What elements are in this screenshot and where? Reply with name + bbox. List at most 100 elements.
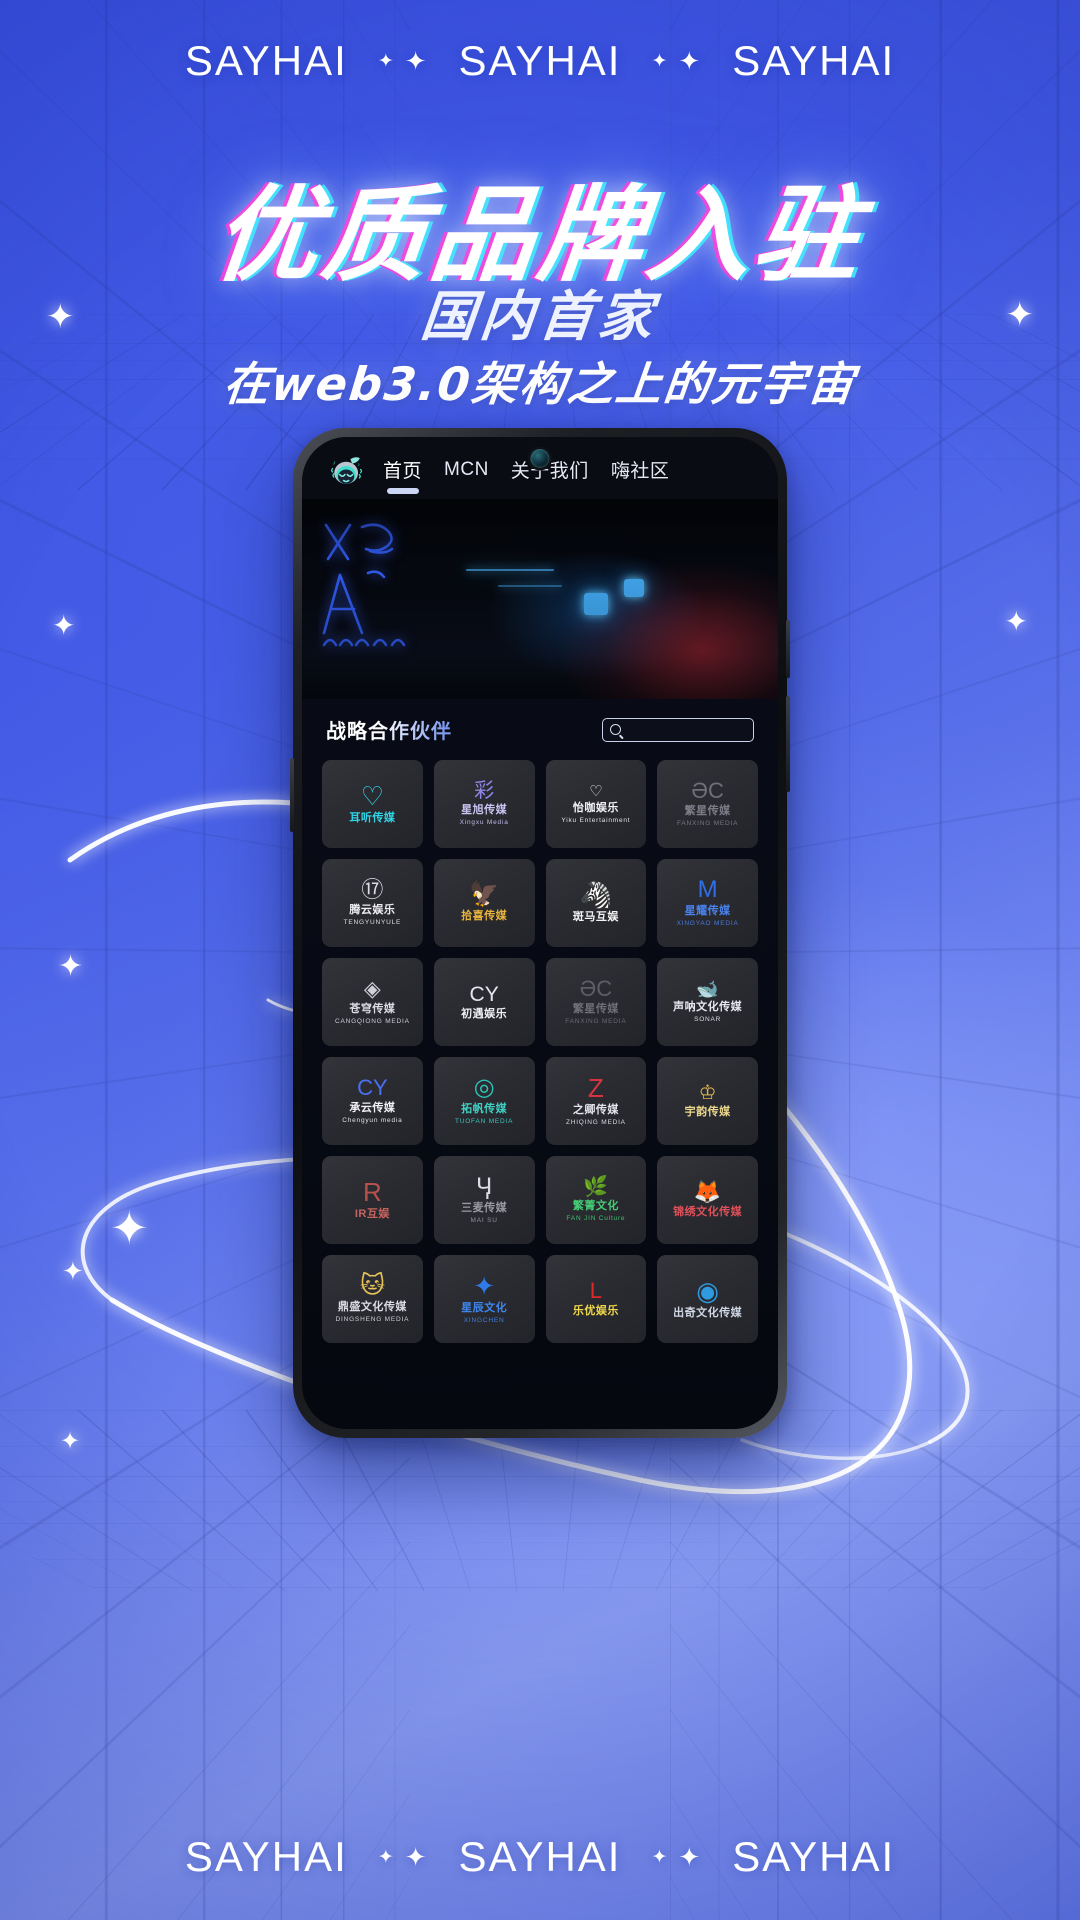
phone-side-button-left[interactable]: [290, 758, 294, 832]
partner-search-box[interactable]: [602, 717, 769, 742]
watermark-text: SAYHAI: [732, 1833, 896, 1880]
partner-logo-name-en: Chengyun media: [342, 1117, 403, 1125]
nav-tab-community[interactable]: 嗨社区: [611, 456, 670, 486]
svg-text:♪: ♪: [357, 462, 360, 468]
partners-section: 战略合作伙伴 ♡ 耳听传媒彩星旭传媒 Xingxu Media ♡ 怡咖娱乐 Yiku E…: [302, 699, 778, 1429]
partner-logo-cell[interactable]: 🐱 鼎盛文化传媒 DINGSHENG MEDIA: [322, 1255, 423, 1343]
partner-logo-cell[interactable]: Z 之卿传媒 ZHIQING MEDIA: [545, 1057, 647, 1145]
sparkle-pair: ✦ ✦: [651, 46, 703, 76]
partner-logo-cell[interactable]: CY 初遇娱乐: [433, 958, 535, 1046]
partner-logo-name-en: FANXING MEDIA: [565, 1018, 627, 1026]
partner-logo-mark-icon: R: [362, 1177, 382, 1208]
partner-logo-name-en: SONAR: [694, 1016, 722, 1024]
partner-logo-mark-icon: ◈: [363, 976, 381, 1002]
partner-logo-mark-icon: 🐋: [696, 979, 719, 1000]
partner-logo-name-cn: 斑马互娱: [572, 911, 619, 924]
partner-logo-grid: ♡ 耳听传媒彩星旭传媒 Xingxu Media ♡ 怡咖娱乐 Yiku Entertai…: [322, 760, 758, 1343]
partner-logo-cell[interactable]: R IR互娱: [322, 1156, 423, 1244]
partner-logo-name-cn: 三麦传媒: [461, 1202, 508, 1215]
partner-logo-cell[interactable]: ƏC 繁星传媒 FANXING MEDIA: [657, 760, 758, 848]
sparkle-icon: ✦: [58, 950, 84, 983]
partner-logo-cell[interactable]: ♡ 耳听传媒: [322, 760, 423, 848]
app-navigation-bar: ♪ ♪ 首页 MCN 关于我们 嗨社区: [302, 437, 778, 499]
partners-section-title: 战略合作伙伴: [326, 715, 452, 744]
partner-logo-name-en: Xingxu Media: [459, 819, 509, 827]
search-input[interactable]: [621, 723, 769, 736]
partner-logo-name-cn: 拾喜传媒: [461, 910, 508, 923]
partner-logo-mark-icon: 🦓: [579, 880, 613, 911]
partner-logo-cell[interactable]: ◉ 出奇文化传媒: [657, 1255, 758, 1343]
partner-logo-name-cn: 星耀传媒: [684, 905, 731, 918]
partner-logo-cell[interactable]: ◎ 拓帆传媒 TUOFAN MEDIA: [433, 1057, 535, 1145]
partner-logo-mark-icon: ⑰: [361, 877, 384, 903]
partner-logo-mark-icon: M: [697, 876, 718, 904]
hero-banner[interactable]: [302, 499, 778, 699]
phone-screen: ♪ ♪ 首页 MCN 关于我们 嗨社区 战略合作伙伴 ♡ 耳听传媒 彩 星旭传媒…: [302, 437, 778, 1429]
partner-logo-cell[interactable]: 🦅 拾喜传媒: [433, 859, 535, 947]
partner-logo-cell[interactable]: 🦊 锦绣文化传媒: [657, 1156, 758, 1244]
partner-logo-cell[interactable]: 🦓 斑马互娱: [545, 859, 647, 947]
sparkle-pair: ✦ ✦: [377, 46, 429, 76]
partner-logo-cell[interactable]: L 乐优娱乐: [545, 1255, 647, 1343]
partner-logo-cell[interactable]: ƏC 繁星传媒 FANXING MEDIA: [545, 958, 647, 1046]
nav-tab-home[interactable]: 首页: [383, 456, 422, 486]
hero-overlay-haze: [302, 499, 778, 699]
partner-logo-cell[interactable]: CY 承云传媒 Chengyun media: [322, 1057, 423, 1145]
partner-logo-name-cn: 乐优娱乐: [572, 1305, 619, 1318]
partner-logo-name-cn: 腾云娱乐: [349, 904, 396, 917]
nav-tab-list: 首页 MCN 关于我们 嗨社区: [383, 456, 669, 486]
partner-logo-mark-icon: 🦅: [469, 881, 500, 909]
partner-logo-mark-icon: ♔: [698, 1082, 717, 1105]
partner-logo-name-cn: 之卿传媒: [572, 1104, 619, 1117]
watermark-text: SAYHAI: [184, 1833, 348, 1880]
front-camera-icon: [530, 449, 550, 468]
nav-tab-about-us[interactable]: 关于我们: [511, 456, 589, 486]
partner-logo-name-cn: 出奇文化传媒: [673, 1307, 743, 1320]
nav-tab-mcn[interactable]: MCN: [444, 459, 489, 484]
sparkle-icon: ✦: [1004, 606, 1028, 637]
phone-mockup: ♪ ♪ 首页 MCN 关于我们 嗨社区 战略合作伙伴 ♡ 耳听传媒 彩 星旭传媒…: [290, 428, 790, 1438]
watermark-top: SAYHAI ✦ ✦ SAYHAI ✦ ✦ SAYHAI: [185, 40, 895, 82]
partners-header-row: 战略合作伙伴: [322, 715, 769, 744]
poster-canvas: SAYHAI ✦ ✦ SAYHAI ✦ ✦ SAYHAI SAYHAI ✦ ✦ SAY…: [0, 0, 1080, 1920]
partner-logo-mark-icon: ♡: [589, 782, 603, 800]
partner-logo-mark-icon: L: [589, 1278, 602, 1304]
partner-logo-name-cn: 星旭传媒: [461, 804, 508, 817]
partner-logo-mark-icon: CY: [469, 982, 499, 1006]
poster-subtitle-2: 在web3.0架构之上的元宇宙: [220, 357, 859, 411]
partner-logo-cell[interactable]: 🐋 声呐文化传媒 SONAR: [657, 958, 758, 1046]
partner-logo-cell[interactable]: ♡ 怡咖娱乐 Yiku Entertainment: [545, 760, 647, 848]
partner-logo-name-cn: 宇韵传媒: [684, 1106, 731, 1119]
watermark-text: SAYHAI: [458, 1833, 622, 1880]
phone-power-button[interactable]: [786, 620, 790, 678]
partner-logo-mark-icon: 🦊: [693, 1179, 722, 1205]
partner-logo-name-en: Yiku Entertainment: [561, 816, 631, 824]
partner-logo-name-cn: 声呐文化传媒: [673, 1001, 743, 1014]
partner-logo-cell[interactable]: ♔ 宇韵传媒: [657, 1057, 758, 1145]
partner-logo-cell[interactable]: M 星耀传媒 XINGYAO MEDIA: [657, 859, 758, 947]
phone-volume-button[interactable]: [786, 696, 790, 792]
partner-logo-mark-icon: ƏC: [579, 976, 613, 1002]
sparkle-icon: ✦: [110, 1202, 149, 1254]
partner-logo-cell[interactable]: 🌿 繁菁文化 FAN JIN Culture: [545, 1156, 647, 1244]
partner-logo-name-en: FANXING MEDIA: [676, 820, 739, 828]
sayhai-whale-mascot-icon[interactable]: ♪ ♪: [328, 455, 366, 489]
sparkle-icon: ✦: [62, 1256, 84, 1286]
partner-logo-name-cn: 繁星传媒: [572, 1003, 619, 1016]
partner-logo-cell[interactable]: 彩星旭传媒 Xingxu Media: [433, 760, 535, 848]
partner-logo-name-en: CANGQIONG MEDIA: [334, 1018, 410, 1026]
partner-logo-name-cn: 初遇娱乐: [461, 1007, 508, 1020]
partner-logo-cell[interactable]: ⑰ 腾云娱乐 TENGYUNYULE: [322, 859, 423, 947]
partner-logo-cell[interactable]: Ӌ 三麦传媒 MAI SU: [433, 1156, 535, 1244]
partner-logo-mark-icon: 🐱: [359, 1272, 385, 1300]
sparkle-pair: ✦ ✦: [377, 1842, 429, 1872]
sparkle-icon: ✦: [52, 610, 76, 641]
partner-logo-name-en: XINGYAO MEDIA: [676, 920, 739, 928]
watermark-text: SAYHAI: [184, 37, 348, 84]
partner-logo-mark-icon: ◉: [696, 1276, 719, 1307]
partner-logo-cell[interactable]: ✦ 星辰文化 XINGCHEN: [433, 1255, 535, 1343]
partner-logo-mark-icon: CY: [357, 1075, 388, 1101]
partner-logo-name-en: TUOFAN MEDIA: [454, 1118, 514, 1126]
partner-logo-cell[interactable]: ◈ 苍穹传媒 CANGQIONG MEDIA: [322, 958, 423, 1046]
partner-logo-name-cn: 繁星传媒: [684, 805, 731, 818]
